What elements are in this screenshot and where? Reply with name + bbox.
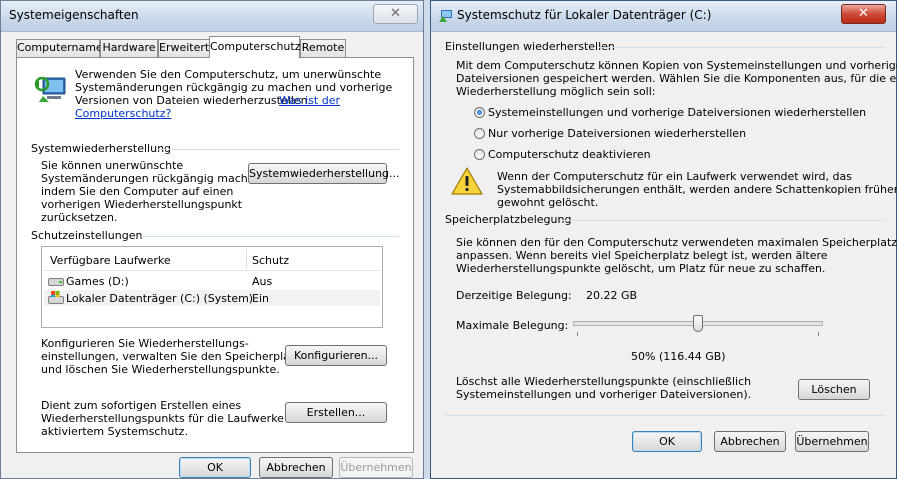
tab-computername[interactable]: Computername <box>16 39 103 57</box>
warning-text-2: Systemabbildsicherungen enthält, werden … <box>497 183 897 196</box>
radio-restore-all-label[interactable]: Systemeinstellungen und vorherige Dateiv… <box>488 106 866 119</box>
left-ok-button[interactable]: OK <box>179 457 251 478</box>
restore-settings-heading: Einstellungen wiederherstellen <box>445 40 615 53</box>
system-drive-icon <box>48 291 64 304</box>
restore-text-4: vorherigen Wiederherstellungspunkt <box>41 198 243 211</box>
computerschutz-panel: Verwenden Sie den Computerschutz, um une… <box>16 57 414 453</box>
restore-settings-text-3: Wiederherstellung möglich sein soll: <box>456 85 656 98</box>
left-close-button[interactable]: ✕ <box>373 4 418 24</box>
warning-icon <box>451 167 483 195</box>
column-header-protection[interactable]: Schutz <box>252 254 289 267</box>
max-usage-value: 50% (116.44 GB) <box>631 350 726 363</box>
right-ok-button[interactable]: OK <box>632 431 702 452</box>
restore-settings-text-1: Mit dem Computerschutz können Kopien von… <box>456 59 897 72</box>
disk-usage-text-2: anpassen. Wenn bereits viel Speicherplat… <box>456 249 828 262</box>
drives-table: Verfügbare Laufwerke Schutz Games (D:) A… <box>41 246 383 328</box>
system-protection-icon <box>34 76 66 102</box>
radio-disable-protection-label[interactable]: Computerschutz deaktivieren <box>488 148 651 161</box>
delete-text-1: Löschst alle Wiederherstellungspunkte (e… <box>456 375 752 388</box>
tab-hardware[interactable]: Hardware <box>100 39 158 57</box>
table-row[interactable]: Games (D:) Aus <box>44 273 380 289</box>
disk-usage-text-3: Wiederherstellungspunkte gelöscht, um Pl… <box>456 262 826 275</box>
slider-thumb[interactable] <box>693 315 703 332</box>
right-apply-button[interactable]: Übernehmen <box>795 431 869 452</box>
intro-line-3: Versionen von Dateien wiederherzustellen… <box>75 94 312 107</box>
warning-text-1: Wenn der Computerschutz für ein Laufwerk… <box>497 170 852 183</box>
max-usage-slider[interactable] <box>573 313 823 339</box>
configure-text-3: und löschen Sie Wiederherstellungspunkte… <box>41 363 280 376</box>
radio-files-only-label[interactable]: Nur vorherige Dateiversionen wiederherst… <box>488 127 746 140</box>
restore-group-heading: Systemwiederherstellung <box>31 142 172 155</box>
drive-name: Games (D:) <box>66 275 129 288</box>
right-cancel-button[interactable]: Abbrechen <box>714 431 786 452</box>
drive-status: Aus <box>252 275 273 288</box>
radio-restore-all[interactable] <box>474 107 485 118</box>
tab-computerschutz[interactable]: Computerschutz <box>209 36 301 58</box>
current-usage-value: 20.22 GB <box>586 289 638 302</box>
restore-text-5: zurücksetzen. <box>41 211 118 224</box>
max-usage-label: Maximale Belegung: <box>456 319 569 332</box>
radio-disable-protection[interactable] <box>474 149 485 160</box>
slider-tick-min <box>577 332 578 336</box>
hard-drive-icon <box>48 278 64 286</box>
drive-name: Lokaler Datenträger (C:) (System) <box>66 292 254 305</box>
system-protection-dialog: Systemschutz für Lokaler Datenträger (C:… <box>430 0 897 479</box>
restore-text-2: Systemänderungen rückgängig machen, <box>41 172 266 185</box>
table-row[interactable]: Lokaler Datenträger (C:) (System) Ein <box>44 290 380 306</box>
bottom-divider <box>445 415 885 416</box>
restore-settings-text-2: Dateiversionen gespeichert werden. Wähle… <box>456 72 897 85</box>
create-button[interactable]: Erstellen... <box>285 402 387 423</box>
right-titlebar: Systemschutz für Lokaler Datenträger (C:… <box>431 1 896 32</box>
drive-status: Ein <box>252 292 269 305</box>
restore-group-divider <box>157 149 399 150</box>
left-titlebar: Systemeigenschaften ✕ <box>1 1 423 32</box>
system-restore-button[interactable]: Systemwiederherstellung... <box>248 163 400 184</box>
delete-button[interactable]: Löschen <box>798 379 870 400</box>
what-is-protection-link-2[interactable]: Computerschutz? <box>75 107 171 120</box>
system-properties-window: Systemeigenschaften ✕ Computername Hardw… <box>0 0 424 479</box>
configure-text-2: einstellungen, verwalten Sie den Speiche… <box>41 350 304 363</box>
disk-usage-heading: Speicherplatzbelegung <box>445 213 572 226</box>
configure-button[interactable]: Konfigurieren... <box>285 345 387 366</box>
configure-text-1: Konfigurieren Sie Wiederherstellungs- <box>41 337 249 350</box>
column-header-drives[interactable]: Verfügbare Laufwerke <box>50 254 171 267</box>
left-cancel-button[interactable]: Abbrechen <box>259 457 333 478</box>
protection-group-heading: Schutzeinstellungen <box>31 229 143 242</box>
slider-tick-max <box>818 332 819 336</box>
right-window-title: Systemschutz für Lokaler Datenträger (C:… <box>457 8 712 22</box>
delete-text-2: Systemeinstellungen und vorheriger Datei… <box>456 388 752 401</box>
create-text-3: aktiviertem Systemschutz. <box>41 425 188 438</box>
column-separator <box>246 249 247 269</box>
intro-line-2: Systemänderungen rückgängig zu machen un… <box>75 81 393 94</box>
table-header-line <box>43 270 381 271</box>
disk-usage-divider <box>561 220 885 221</box>
tab-erweitert[interactable]: Erweitert <box>158 39 210 57</box>
tab-remote[interactable]: Remote <box>300 39 346 57</box>
what-is-protection-link[interactable]: Was ist der <box>279 94 340 107</box>
protection-group-divider <box>141 236 399 237</box>
radio-files-only[interactable] <box>474 128 485 139</box>
intro-line-1: Verwenden Sie den Computerschutz, um une… <box>75 68 382 81</box>
left-apply-button[interactable]: Übernehmen <box>339 457 413 478</box>
right-close-button[interactable]: ✕ <box>841 4 886 24</box>
restore-text-3: indem Sie den Computer auf einen <box>41 185 234 198</box>
restore-settings-divider <box>599 47 885 48</box>
current-usage-label: Derzeitige Belegung: <box>456 289 572 302</box>
create-text-1: Dient zum sofortigen Erstellen eines <box>41 399 242 412</box>
warning-text-3: gewohnt gelöscht. <box>497 196 599 209</box>
left-window-title: Systemeigenschaften <box>9 8 139 22</box>
restore-text-1: Sie können unerwünschte <box>41 159 184 172</box>
disk-usage-text-1: Sie können den für den Computerschutz ve… <box>456 236 897 249</box>
create-text-2: Wiederherstellungspunkts für die Laufwer… <box>41 412 306 425</box>
system-protection-title-icon <box>439 10 452 22</box>
